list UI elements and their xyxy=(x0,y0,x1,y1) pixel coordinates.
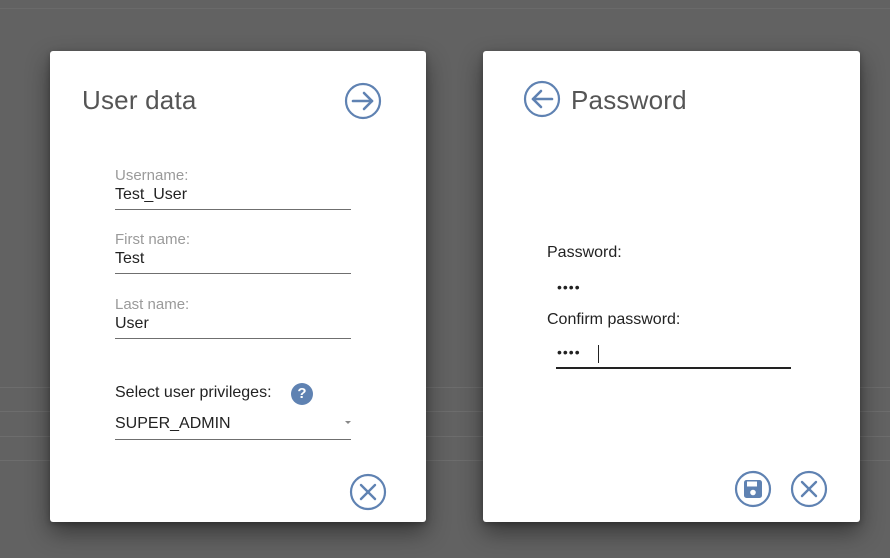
close-circle-icon[interactable] xyxy=(349,473,387,511)
last-name-label: Last name: xyxy=(115,296,190,313)
user-data-card: User data Username: Test_User First name… xyxy=(50,51,426,522)
arrow-left-circle-icon[interactable] xyxy=(523,80,561,118)
privileges-select-value: SUPER_ADMIN xyxy=(115,415,231,432)
help-icon[interactable]: ? xyxy=(291,383,313,405)
privileges-select[interactable]: SUPER_ADMIN xyxy=(115,411,351,440)
confirm-password-label: Confirm password: xyxy=(547,311,681,328)
arrow-right-circle-icon[interactable] xyxy=(344,82,382,120)
password-field[interactable]: •••• xyxy=(557,279,581,295)
confirm-password-field[interactable]: •••• xyxy=(556,341,791,369)
last-name-field[interactable]: Last name: User xyxy=(115,296,351,339)
text-caret xyxy=(598,345,599,363)
password-card: Password Password: •••• Confirm password… xyxy=(483,51,860,522)
username-value[interactable]: Test_User xyxy=(115,185,351,209)
last-name-value[interactable]: User xyxy=(115,314,351,338)
background-divider xyxy=(0,8,890,9)
confirm-password-value: •••• xyxy=(557,344,581,360)
first-name-value[interactable]: Test xyxy=(115,249,351,273)
card-title: Password xyxy=(571,85,687,115)
save-icon[interactable] xyxy=(734,470,772,508)
close-circle-icon[interactable] xyxy=(790,470,828,508)
chevron-down-icon xyxy=(345,421,351,424)
first-name-field[interactable]: First name: Test xyxy=(115,231,351,274)
username-label: Username: xyxy=(115,167,189,184)
username-field[interactable]: Username: Test_User xyxy=(115,167,351,210)
card-title: User data xyxy=(82,85,197,115)
password-label: Password: xyxy=(547,244,622,261)
privileges-label: Select user privileges: xyxy=(115,384,272,401)
first-name-label: First name: xyxy=(115,231,191,248)
